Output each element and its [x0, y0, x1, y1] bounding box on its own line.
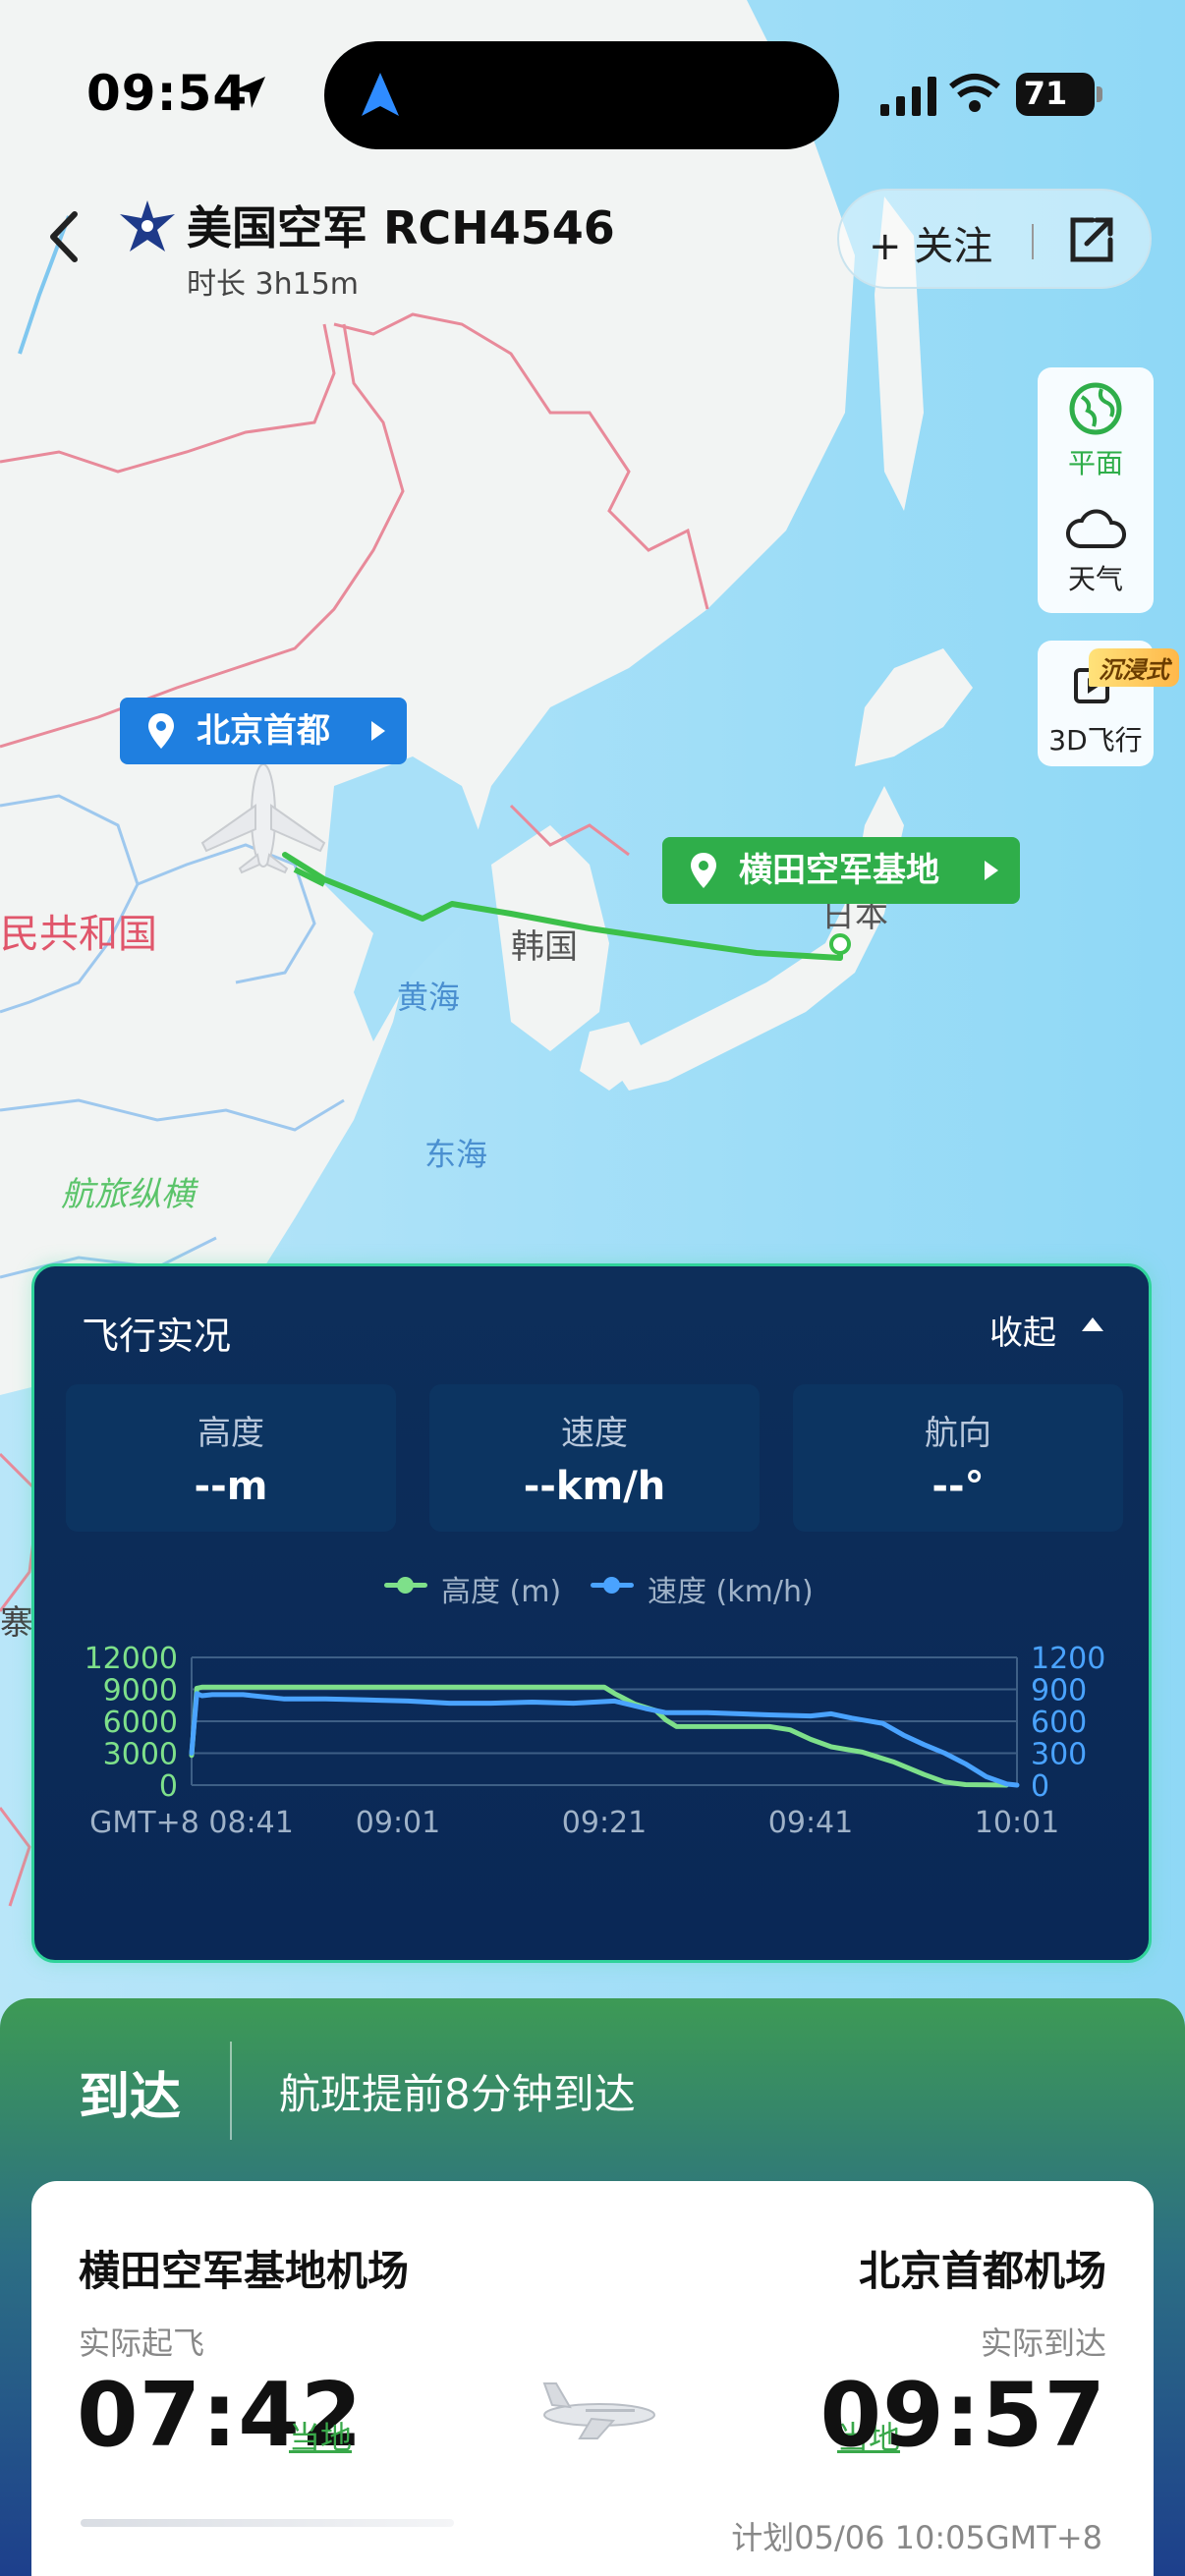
globe-icon [1069, 382, 1122, 435]
map-tool-panel: 平面 天气 [1038, 367, 1154, 613]
weather-button[interactable]: 天气 [1038, 503, 1154, 597]
speed-series-line [189, 1691, 1020, 1788]
x-tick-label: 10:01 [975, 1806, 1059, 1840]
map-label-country: 民共和国 [0, 912, 157, 957]
y-tick-right: 600 [1031, 1706, 1087, 1740]
caret-right-icon [371, 721, 385, 741]
altitude-speed-chart: 12000 12009000 9006000 6003000 3000 0GMT+8 08… [85, 1642, 1106, 1840]
x-tick-label: GMT+8 08:41 [89, 1806, 294, 1840]
cloud-icon [1066, 509, 1126, 548]
y-tick-left: 3000 [103, 1738, 178, 1772]
location-arrow-icon [234, 77, 265, 108]
follow-button[interactable]: + 关注 [869, 214, 992, 271]
map-label-yellow-sea: 黄海 [397, 979, 461, 1016]
flight-live-card: 飞行实况 收起 高度 --m 速度 --km/h 航向 --° 高度 (m) 速… [31, 1263, 1152, 1963]
battery-level: 71 [1023, 75, 1068, 112]
x-tick-label: 09:41 [768, 1806, 853, 1840]
y-tick-left: 6000 [103, 1706, 178, 1740]
flight-duration: 时长 3h15m [187, 267, 360, 302]
wifi-icon [949, 74, 1000, 112]
arrive-time: 09:57 [819, 2364, 1106, 2467]
y-tick-right: 0 [1031, 1769, 1049, 1804]
navigation-arrow-icon [362, 73, 399, 116]
status-time: 09:54 [86, 65, 249, 122]
map-label-east-sea: 东海 [424, 1136, 488, 1173]
map-label-korea: 韩国 [511, 927, 578, 967]
destination-airport-tag[interactable]: 横田空军基地 [662, 837, 1020, 904]
header-actions: + 关注 [837, 189, 1152, 289]
y-tick-right: 300 [1031, 1738, 1087, 1772]
arrival-note: 航班提前8分钟到达 [279, 2070, 636, 2118]
destination-tag-label: 横田空军基地 [739, 851, 939, 890]
arrival-status: 到达 [79, 2068, 182, 2127]
planned-arrival: 计划05/06 10:05GMT+8 [731, 2519, 1102, 2556]
share-icon[interactable] [1063, 212, 1118, 267]
location-pin-icon [148, 713, 174, 749]
map-mode-label: 平面 [1067, 447, 1123, 479]
status-bar: 09:54 71 [0, 0, 1185, 187]
us-air-force-logo-icon [120, 200, 175, 252]
arrival-panel: 到达 航班提前8分钟到达 横田空军基地机场 北京首都机场 实际起飞 实际到达 0… [0, 1998, 1185, 2576]
flight-title: 美国空军 RCH4546 [187, 201, 615, 254]
y-tick-left: 9000 [103, 1674, 178, 1708]
flight-info-card[interactable]: 横田空军基地机场 北京首都机场 实际起飞 实际到达 07:42 当地 当地 09… [31, 2181, 1154, 2576]
y-tick-right: 1200 [1031, 1642, 1105, 1676]
origin-tag-label: 北京首都 [197, 711, 330, 751]
x-tick-label: 09:01 [356, 1806, 440, 1840]
dynamic-island [324, 41, 839, 149]
x-tick-label: 09:21 [562, 1806, 647, 1840]
y-tick-left: 12000 [85, 1642, 178, 1676]
flight-progress-bar [81, 2519, 454, 2527]
takeoff-local-link[interactable]: 当地 [289, 2413, 352, 2458]
takeoff-label: 实际起飞 [79, 2324, 205, 2362]
y-tick-left: 0 [159, 1769, 178, 1804]
aircraft-icon [542, 2382, 655, 2439]
map-label-edge: 寨 [0, 1603, 33, 1643]
origin-airport-name: 横田空军基地机场 [79, 2247, 410, 2295]
immersive-badge: 沉浸式 [1089, 648, 1179, 687]
location-pin-icon [691, 853, 716, 888]
map-mode-button[interactable]: 平面 [1038, 381, 1154, 481]
arrive-label: 实际到达 [980, 2324, 1106, 2362]
map-watermark: 航旅纵横 [61, 1175, 195, 1214]
destination-airport-name: 北京首都机场 [858, 2247, 1106, 2295]
weather-label: 天气 [1067, 563, 1123, 595]
battery-indicator: 71 [1016, 73, 1102, 116]
cellular-signal-icon [880, 77, 936, 116]
y-tick-right: 900 [1031, 1674, 1087, 1708]
back-chevron-icon[interactable] [39, 202, 88, 271]
flight-3d-label: 3D飞行 [1048, 724, 1143, 756]
caret-right-icon [985, 861, 998, 880]
origin-airport-tag[interactable]: 北京首都 [120, 698, 407, 764]
